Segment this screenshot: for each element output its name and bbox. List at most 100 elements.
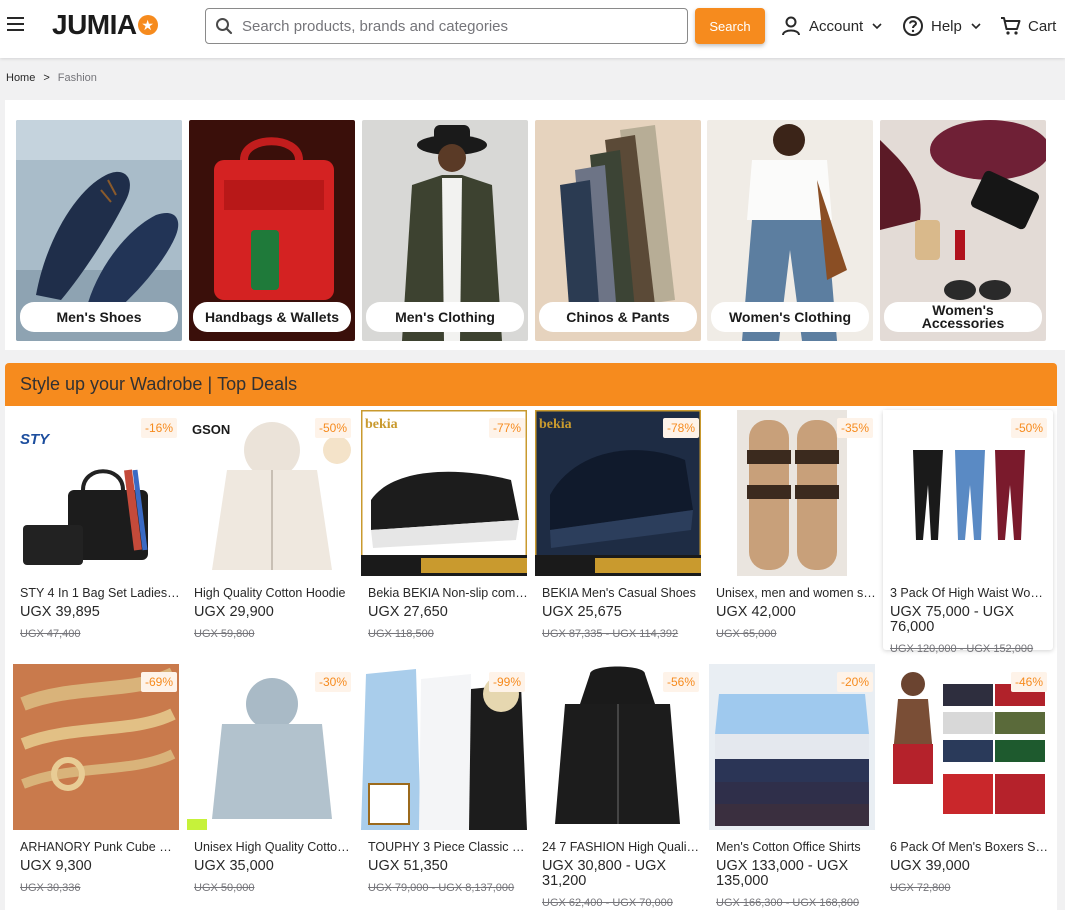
product-old-price: UGX 120,000 - UGX 152,000 <box>890 643 1034 655</box>
category-womens-accessories[interactable]: Women's Accessories <box>880 120 1046 341</box>
product-old-price: UGX 62,400 - UGX 70,000 <box>542 897 673 909</box>
discount-badge: -77% <box>488 418 525 438</box>
category-label: Women's Accessories <box>884 302 1042 332</box>
product-price: UGX 9,300 <box>20 858 92 874</box>
discount-badge: -16% <box>140 418 177 438</box>
search-icon <box>206 9 242 43</box>
brand-text: GSON <box>192 422 230 437</box>
deals-panel: STY -16% STY 4 In 1 Bag Set Ladies Handb… <box>5 406 1057 910</box>
product-card[interactable]: STY -16% STY 4 In 1 Bag Set Ladies Handb… <box>13 410 183 650</box>
product-price: UGX 30,800 - UGX 31,200 <box>542 858 667 889</box>
product-name: 24 7 FASHION High Quality Jacket <box>542 840 702 854</box>
help-label: Help <box>931 17 962 35</box>
person-icon <box>780 15 802 37</box>
product-price: UGX 25,675 <box>542 604 622 620</box>
brand-text: STY <box>20 431 51 448</box>
discount-badge: -46% <box>1010 672 1047 692</box>
search-input[interactable] <box>242 11 672 41</box>
product-old-price: UGX 47,400 <box>20 628 81 640</box>
product-old-price: UGX 87,335 - UGX 114,392 <box>542 628 679 640</box>
product-name: Men's Cotton Office Shirts <box>716 840 861 854</box>
product-card[interactable]: -99% TOUPHY 3 Piece Classic Shirts UGX 5… <box>361 664 531 904</box>
product-card[interactable]: GSON -50% High Quality Cotton Hoodie UGX… <box>187 410 357 650</box>
logo-text: JUMIA <box>52 9 137 40</box>
product-name: Unisex High Quality Cotton Hoodie <box>194 840 354 854</box>
product-card[interactable]: -35% Unisex, men and women sandals UGX 4… <box>709 410 879 650</box>
product-old-price: UGX 166,300 - UGX 168,800 <box>716 897 860 909</box>
discount-badge: -20% <box>836 672 873 692</box>
product-name: 6 Pack Of Men's Boxers Shorts <box>890 840 1050 854</box>
discount-badge: -56% <box>662 672 699 692</box>
discount-badge: -78% <box>662 418 699 438</box>
product-price: UGX 75,000 - UGX 76,000 <box>890 604 1015 635</box>
product-card[interactable]: -50% 3 Pack Of High Waist Women Jeans UG… <box>883 410 1053 655</box>
account-label: Account <box>809 17 864 35</box>
deals-header: Style up your Wadrobe | Top Deals <box>5 363 1057 406</box>
product-price: UGX 39,895 <box>20 604 100 620</box>
product-card[interactable]: -30% Unisex High Quality Cotton Hoodie U… <box>187 664 357 904</box>
brand-text: bekia <box>539 417 572 432</box>
category-chinos[interactable]: Chinos & Pants <box>535 120 701 341</box>
category-mens-clothing[interactable]: Men's Clothing <box>362 120 528 341</box>
product-name: 3 Pack Of High Waist Women Jeans <box>890 586 1050 600</box>
jumia-logo[interactable]: JUMIA ★ <box>52 9 158 40</box>
category-label: Women's Clothing <box>711 302 869 332</box>
category-handbags[interactable]: Handbags & Wallets <box>189 120 355 341</box>
deals-subtitle: Top Deals <box>217 374 298 394</box>
breadcrumb-separator: > <box>43 72 50 84</box>
product-price: UGX 133,000 - UGX 135,000 <box>716 858 849 889</box>
menu-icon[interactable] <box>7 17 24 31</box>
breadcrumb-home[interactable]: Home <box>6 72 35 84</box>
help-icon <box>902 15 924 37</box>
product-name: ARHANORY Punk Cube Bracelets <box>20 840 180 854</box>
category-label: Men's Shoes <box>20 302 178 332</box>
category-panel: Men's Shoes Handbags & Wallets Men's Clo… <box>5 100 1065 350</box>
deals-title-separator: | <box>207 374 213 394</box>
deals-title: Style up your Wadrobe <box>20 374 203 394</box>
product-name: BEKIA Men's Casual Shoes <box>542 586 696 600</box>
star-icon: ★ <box>137 15 158 35</box>
discount-badge: -35% <box>836 418 873 438</box>
discount-badge: -50% <box>314 418 351 438</box>
product-name: Unisex, men and women sandals <box>716 586 876 600</box>
product-old-price: UGX 50,000 <box>194 882 255 894</box>
category-label: Men's Clothing <box>366 302 524 332</box>
search-button[interactable]: Search <box>695 8 765 44</box>
category-mens-shoes[interactable]: Men's Shoes <box>16 120 182 341</box>
cart-icon <box>1000 15 1022 37</box>
product-name: High Quality Cotton Hoodie <box>194 586 346 600</box>
product-name: STY 4 In 1 Bag Set Ladies Handbags <box>20 586 180 600</box>
product-old-price: UGX 72,800 <box>890 882 951 894</box>
product-card[interactable]: bekia -77% Bekia BEKIA Non-slip comforta… <box>361 410 531 650</box>
product-old-price: UGX 79,000 - UGX 8,137,000 <box>368 882 515 894</box>
top-header: JUMIA ★ Search Account Help Cart <box>0 0 1065 58</box>
discount-badge: -50% <box>1010 418 1047 438</box>
cart-label: Cart <box>1028 17 1057 35</box>
product-card[interactable]: -56% 24 7 FASHION High Quality Jacket UG… <box>535 664 705 909</box>
category-womens-clothing[interactable]: Women's Clothing <box>707 120 873 341</box>
category-label: Handbags & Wallets <box>193 302 351 332</box>
product-old-price: UGX 30,336 <box>20 882 81 894</box>
product-card[interactable]: -20% Men's Cotton Office Shirts UGX 133,… <box>709 664 879 909</box>
product-price: UGX 39,000 <box>890 858 970 874</box>
category-label: Chinos & Pants <box>539 302 697 332</box>
cart-button[interactable]: Cart <box>1000 12 1056 40</box>
search-box <box>205 8 688 44</box>
product-name: TOUPHY 3 Piece Classic Shirts <box>368 840 528 854</box>
help-menu[interactable]: Help <box>902 12 981 40</box>
product-price: UGX 42,000 <box>716 604 796 620</box>
discount-badge: -69% <box>140 672 177 692</box>
product-price: UGX 29,900 <box>194 604 274 620</box>
product-old-price: UGX 59,800 <box>194 628 255 640</box>
discount-badge: -99% <box>488 672 525 692</box>
product-card[interactable]: bekia -78% BEKIA Men's Casual Shoes UGX … <box>535 410 705 650</box>
chevron-down-icon <box>872 22 882 30</box>
product-price: UGX 35,000 <box>194 858 274 874</box>
discount-badge: -30% <box>314 672 351 692</box>
product-price: UGX 51,350 <box>368 858 448 874</box>
product-card[interactable]: -46% 6 Pack Of Men's Boxers Shorts UGX 3… <box>883 664 1053 904</box>
product-card[interactable]: -69% ARHANORY Punk Cube Bracelets UGX 9,… <box>13 664 183 904</box>
product-price: UGX 27,650 <box>368 604 448 620</box>
account-menu[interactable]: Account <box>780 12 882 40</box>
brand-text: bekia <box>365 417 398 432</box>
